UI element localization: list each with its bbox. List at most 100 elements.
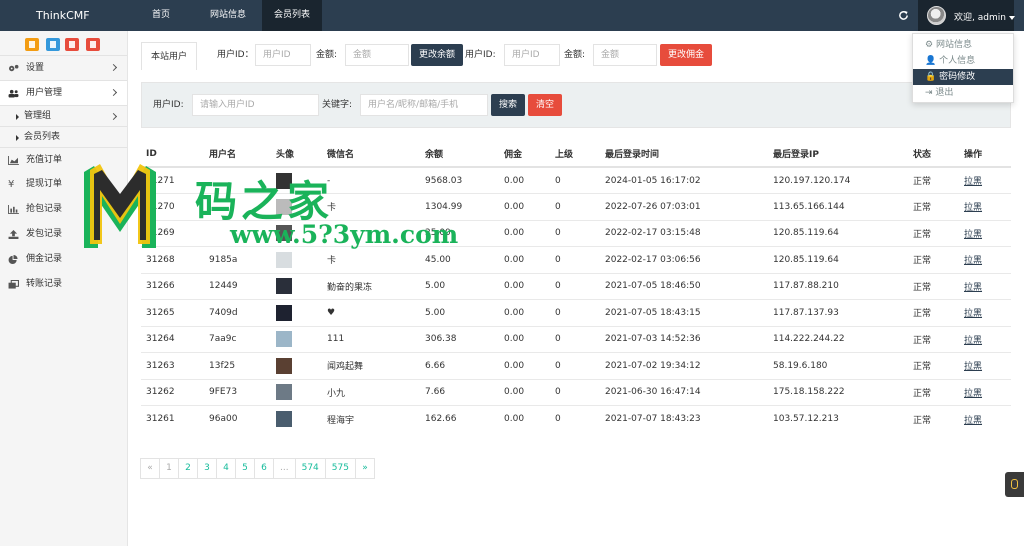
refresh-icon[interactable] — [898, 10, 909, 21]
menu-item-change-password[interactable]: 🔒 密码修改 — [913, 69, 1013, 85]
cell-action: 拉黑 — [959, 352, 1011, 379]
tab-site-users[interactable]: 本站用户 — [141, 42, 197, 70]
uid-input[interactable]: 用户ID — [255, 44, 311, 66]
cell-ip: 114.222.244.22 — [768, 325, 908, 353]
cell-balance: 5.00 — [420, 272, 499, 300]
cell-commission: 0.00 — [499, 272, 550, 300]
sidebar-shortcuts — [0, 31, 127, 55]
table-row: 31265 7409d ♥ 5.00 0.00 0 2021-07-05 18:43:15 1… — [141, 299, 1011, 326]
page-prev[interactable]: « — [140, 458, 160, 479]
recycle-icon — [90, 41, 96, 48]
uid-label: 用户ID： — [217, 50, 254, 60]
page-link[interactable]: 3 — [197, 458, 217, 479]
nav-site-info[interactable]: 网站信息 — [198, 0, 258, 31]
page-link[interactable]: 1 — [159, 458, 179, 479]
cell-parent: 0 — [550, 272, 600, 300]
search-button[interactable]: 搜索 — [491, 94, 525, 116]
page-next[interactable]: » — [354, 458, 375, 479]
cell-balance: 1304.99 — [420, 193, 499, 220]
trash-shortcut-button[interactable] — [65, 38, 79, 51]
cell-commission: 0.00 — [499, 299, 550, 326]
cell-commission: 0.00 — [499, 246, 550, 273]
cell-avatar — [271, 405, 322, 432]
cell-wechat: 程海宇 — [322, 405, 420, 432]
cell-balance: 7.66 — [420, 378, 499, 406]
cell-username: 96a00 — [204, 405, 271, 432]
table-row: 31263 13f25 闻鸡起舞 6.66 0.00 0 2021-07-02 19:34:… — [141, 352, 1011, 379]
amount-input[interactable]: 金额 — [345, 44, 409, 66]
keyword-input[interactable]: 用户名/昵称/邮箱/手机 — [360, 94, 488, 116]
caret-down-icon — [1008, 15, 1015, 20]
brand-logo[interactable]: ThinkCMF — [36, 9, 90, 22]
cell-balance: 162.66 — [420, 405, 499, 432]
uid2-input[interactable]: 用户ID — [504, 44, 560, 66]
menu-item-site-info[interactable]: ⚙ 网站信息 — [913, 37, 1013, 53]
table-row: 31261 96a00 程海宇 162.66 0.00 0 2021-07-07 18:43… — [141, 405, 1011, 432]
recycle-shortcut-button[interactable] — [86, 38, 100, 51]
page-link[interactable]: 6 — [254, 458, 274, 479]
cell-avatar — [271, 299, 322, 326]
block-user-link[interactable]: 拉黑 — [964, 203, 982, 213]
block-user-link[interactable]: 拉黑 — [964, 389, 982, 399]
search-uid-input[interactable]: 请输入用户ID — [192, 94, 319, 116]
sidebar-item-user-management[interactable]: 用户管理 — [0, 80, 127, 105]
sidebar-item-label: 用户管理 — [26, 88, 63, 98]
change-commission-button[interactable]: 更改佣金 — [660, 44, 712, 66]
block-user-link[interactable]: 拉黑 — [964, 283, 982, 293]
area-chart-icon — [8, 156, 19, 165]
block-user-link[interactable]: 拉黑 — [964, 177, 982, 187]
block-user-link[interactable]: 拉黑 — [964, 362, 982, 372]
sidebar-item-settings[interactable]: 设置 — [0, 55, 127, 80]
sidebar-item-label: 设置 — [26, 63, 45, 73]
page-link[interactable]: 575 — [324, 458, 356, 479]
menu-label: 密码修改 — [939, 72, 976, 82]
nav-home[interactable]: 首页 — [140, 0, 182, 31]
col-header: 最后登录时间 — [600, 141, 768, 168]
user-menu-toggle[interactable]: 欢迎, admin — [918, 0, 1015, 31]
cell-last-login: 2021-07-05 18:43:15 — [600, 299, 768, 326]
cell-balance: 9568.03 — [420, 166, 499, 194]
block-user-link[interactable]: 拉黑 — [964, 416, 982, 426]
home-shortcut-button[interactable] — [25, 38, 39, 51]
menu-item-logout[interactable]: ⇥ 退出 — [913, 85, 1013, 101]
menu-item-profile[interactable]: 👤 个人信息 — [913, 53, 1013, 69]
cell-ip: 120.197.120.174 — [768, 166, 908, 194]
sidebar-item-admin-group[interactable]: 管理组 — [0, 105, 127, 126]
table-row: 31262 9FE73 小九 7.66 0.00 0 2021-06-30 16:47:14… — [141, 378, 1011, 406]
file-shortcut-button[interactable] — [46, 38, 60, 51]
clear-button[interactable]: 清空 — [528, 94, 562, 116]
block-user-link[interactable]: 拉黑 — [964, 256, 982, 266]
sidebar-item-transfer-records[interactable]: 转账记录 — [0, 272, 127, 297]
sidebar-item-member-list[interactable]: 会员列表 — [0, 126, 127, 147]
avatar — [927, 6, 946, 25]
pie-chart-icon — [8, 255, 18, 264]
cell-avatar — [271, 378, 322, 406]
page-link[interactable]: 4 — [216, 458, 236, 479]
page-link: ... — [273, 458, 296, 479]
block-user-link[interactable]: 拉黑 — [964, 309, 982, 319]
block-user-link[interactable]: 拉黑 — [964, 336, 982, 346]
clone-icon — [8, 280, 19, 289]
col-header: 佣金 — [499, 141, 550, 168]
caret-right-icon — [16, 135, 19, 141]
cell-action: 拉黑 — [959, 272, 1011, 300]
floating-side-button[interactable] — [1005, 472, 1024, 497]
user-icon: 👤 — [925, 56, 940, 66]
page-link[interactable]: 574 — [294, 458, 326, 479]
cell-id: 31265 — [141, 299, 204, 326]
page-link[interactable]: 2 — [178, 458, 198, 479]
cell-wechat: 111 — [322, 325, 420, 353]
page-link[interactable]: 5 — [235, 458, 255, 479]
change-balance-button[interactable]: 更改余额 — [411, 44, 463, 66]
nav-member-list[interactable]: 会员列表 — [262, 0, 323, 31]
sidebar-item-label: 转账记录 — [26, 279, 63, 289]
pagination: «1 2 3 4 5 6... 574 575» — [140, 458, 375, 479]
watermark-url: www.5?3ym.com — [230, 220, 459, 249]
uid2-label: 用户ID: — [465, 50, 496, 60]
amount2-input[interactable]: 金额 — [593, 44, 657, 66]
cell-username: 7409d — [204, 299, 271, 326]
home-icon — [29, 41, 35, 48]
cell-ip: 117.87.137.93 — [768, 299, 908, 326]
cell-status: 正常 — [908, 352, 959, 379]
block-user-link[interactable]: 拉黑 — [964, 230, 982, 240]
